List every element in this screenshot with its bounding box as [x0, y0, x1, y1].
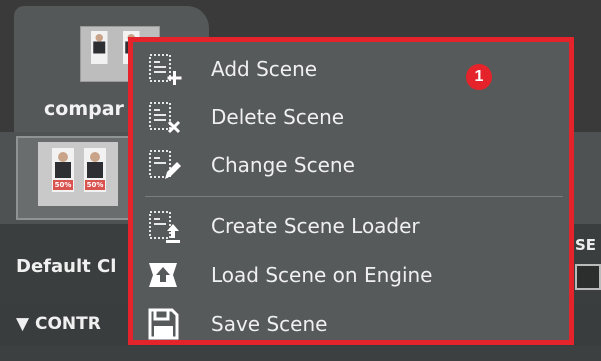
- menu-item-label: Add Scene: [211, 57, 318, 81]
- reset-label: SE: [575, 236, 597, 254]
- create-scene-loader-icon: [149, 211, 180, 243]
- delete-scene-icon: [149, 102, 181, 134]
- change-scene-icon: [149, 150, 181, 179]
- scene-preview: 50% 50%: [38, 142, 118, 206]
- percent-badge: 50%: [53, 180, 73, 190]
- default-label: Default Cl: [16, 256, 117, 277]
- menu-item-label: Create Scene Loader: [211, 214, 420, 238]
- menu-item-label: Change Scene: [211, 153, 355, 177]
- menu-item-label: Delete Scene: [211, 105, 345, 129]
- menu-item-label: Save Scene: [211, 312, 328, 336]
- menu-item-create-scene-loader[interactable]: Create Scene Loader: [139, 205, 559, 247]
- scene-context-menu: Add Scene Delete Scene Change Scene Crea…: [128, 37, 574, 345]
- menu-item-change-scene[interactable]: Change Scene: [139, 144, 559, 186]
- tab-label: compar: [44, 98, 124, 120]
- app-window: compar 50% 50% Default Cl SE ▼ CONTR Add…: [0, 0, 601, 361]
- menu-item-label: Load Scene on Engine: [211, 263, 433, 287]
- bottom-row: [0, 346, 601, 361]
- reset-button[interactable]: [575, 264, 601, 290]
- controls-label: ▼ CONTR: [16, 314, 101, 334]
- thumbnail-person: [91, 31, 108, 64]
- menu-item-load-scene-on-engine[interactable]: Load Scene on Engine: [139, 254, 559, 296]
- menu-separator: [145, 196, 563, 197]
- menu-item-add-scene[interactable]: Add Scene: [139, 48, 559, 90]
- load-scene-icon: [149, 263, 177, 287]
- percent-badge: 50%: [85, 180, 105, 190]
- menu-item-delete-scene[interactable]: Delete Scene: [139, 96, 559, 138]
- callout-number-badge: 1: [466, 64, 492, 90]
- thumbnail-person: 50%: [52, 148, 74, 192]
- add-scene-icon: [149, 54, 182, 85]
- save-scene-icon: [148, 308, 179, 340]
- thumbnail-person: 50%: [84, 148, 106, 192]
- menu-item-save-scene[interactable]: Save Scene: [139, 303, 559, 345]
